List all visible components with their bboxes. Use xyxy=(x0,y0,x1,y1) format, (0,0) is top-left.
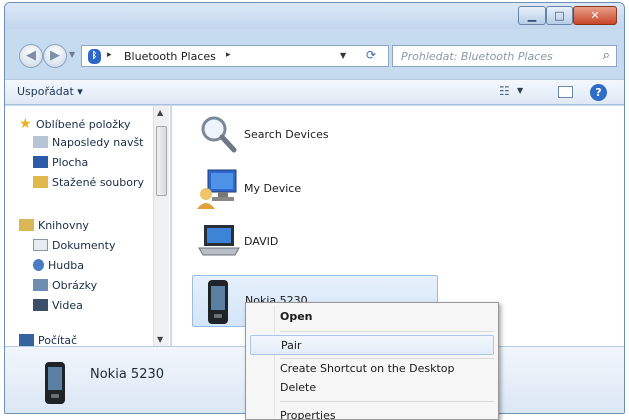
computer-icon xyxy=(19,334,34,346)
close-button[interactable]: ✕ xyxy=(573,6,617,25)
scroll-up-icon[interactable]: ▲ xyxy=(157,108,163,117)
nav-item-downloads[interactable]: Stažené soubory xyxy=(33,176,144,194)
menu-separator xyxy=(280,401,494,402)
menu-separator xyxy=(280,331,494,332)
search-input[interactable]: Prohledat: Bluetooth Places ⌕ xyxy=(392,45,617,67)
device-search-devices[interactable]: Search Devices xyxy=(192,110,422,160)
views-dropdown-icon[interactable]: ▼ xyxy=(517,86,523,95)
address-dropdown-icon[interactable]: ▼ xyxy=(340,51,346,60)
nav-item-pictures[interactable]: Obrázky xyxy=(33,279,97,297)
search-icon[interactable]: ⌕ xyxy=(603,48,610,63)
downloads-folder-icon xyxy=(33,176,48,188)
documents-icon xyxy=(33,239,48,251)
back-button[interactable]: ◀ xyxy=(19,44,43,68)
nav-item-videos[interactable]: Videa xyxy=(33,299,83,317)
computer-user-icon xyxy=(197,169,237,209)
menu-item-open[interactable]: Open xyxy=(250,307,494,327)
search-placeholder: Prohledat: Bluetooth Places xyxy=(401,50,553,63)
details-device-name: Nokia 5230 xyxy=(90,367,165,382)
nav-favorites[interactable]: ★ Oblíbené položky xyxy=(19,116,131,134)
forward-button[interactable]: ▶ xyxy=(43,44,67,68)
command-bar: Uspořádat ▾ ☷ ▼ ? xyxy=(5,79,624,105)
menu-item-create-shortcut[interactable]: Create Shortcut on the Desktop xyxy=(250,359,494,379)
device-label: DAVID xyxy=(244,235,279,248)
device-label: Search Devices xyxy=(244,128,329,141)
organize-menu-button[interactable]: Uspořádat ▾ xyxy=(17,85,83,98)
phone-icon xyxy=(45,362,65,404)
breadcrumb-location[interactable]: Bluetooth Places xyxy=(124,50,216,63)
refresh-icon[interactable]: ⟳ xyxy=(358,48,384,64)
phone-icon xyxy=(208,280,228,324)
scrollbar-thumb[interactable] xyxy=(156,126,167,196)
recent-places-icon xyxy=(33,136,48,148)
recent-pages-dropdown[interactable]: ▼ xyxy=(69,50,75,59)
preview-pane-icon[interactable] xyxy=(558,86,573,98)
bluetooth-icon: ᛒ xyxy=(88,49,101,64)
maximize-button[interactable]: □ xyxy=(546,6,573,25)
videos-icon xyxy=(33,299,48,311)
pictures-icon xyxy=(33,279,48,291)
address-bar[interactable]: ᛒ ▸ Bluetooth Places ▸ ▼ ⟳ xyxy=(81,45,389,67)
context-menu: Open Pair Create Shortcut on the Desktop… xyxy=(245,302,499,420)
desktop-icon xyxy=(33,156,48,168)
nav-scrollbar[interactable]: ▲ ▼ xyxy=(153,106,169,346)
breadcrumb-arrow-icon[interactable]: ▸ xyxy=(107,50,112,60)
device-my-device[interactable]: My Device xyxy=(192,164,422,214)
menu-item-properties[interactable]: Properties xyxy=(250,406,494,420)
device-david[interactable]: DAVID xyxy=(192,217,422,267)
breadcrumb-arrow-icon[interactable]: ▸ xyxy=(226,50,231,60)
scroll-down-icon[interactable]: ▼ xyxy=(157,335,163,344)
magnifier-icon xyxy=(201,116,237,153)
nav-item-desktop[interactable]: Plocha xyxy=(33,156,88,174)
nav-item-documents[interactable]: Dokumenty xyxy=(33,239,115,257)
navigation-pane: ★ Oblíbené položky Naposledy navšt Plocha… xyxy=(5,106,171,346)
star-icon: ★ xyxy=(19,116,32,132)
menu-item-pair[interactable]: Pair xyxy=(250,335,494,355)
title-bar: ▁ □ ✕ xyxy=(5,3,624,29)
device-label: My Device xyxy=(244,182,302,195)
laptop-icon xyxy=(198,225,240,256)
minimize-button[interactable]: ▁ xyxy=(518,6,546,25)
menu-item-delete[interactable]: Delete xyxy=(250,378,494,398)
nav-computer[interactable]: Počítač xyxy=(19,334,77,346)
libraries-icon xyxy=(19,219,34,231)
music-icon xyxy=(33,259,44,271)
nav-item-music[interactable]: Hudba xyxy=(33,259,84,277)
address-row: ◀ ▶ ▼ ᛒ ▸ Bluetooth Places ▸ ▼ ⟳ Prohled… xyxy=(5,30,624,80)
help-icon[interactable]: ? xyxy=(590,84,607,101)
views-icon[interactable]: ☷ xyxy=(499,84,510,98)
nav-libraries[interactable]: Knihovny xyxy=(19,219,89,237)
nav-item-recent[interactable]: Naposledy navšt xyxy=(33,136,144,154)
